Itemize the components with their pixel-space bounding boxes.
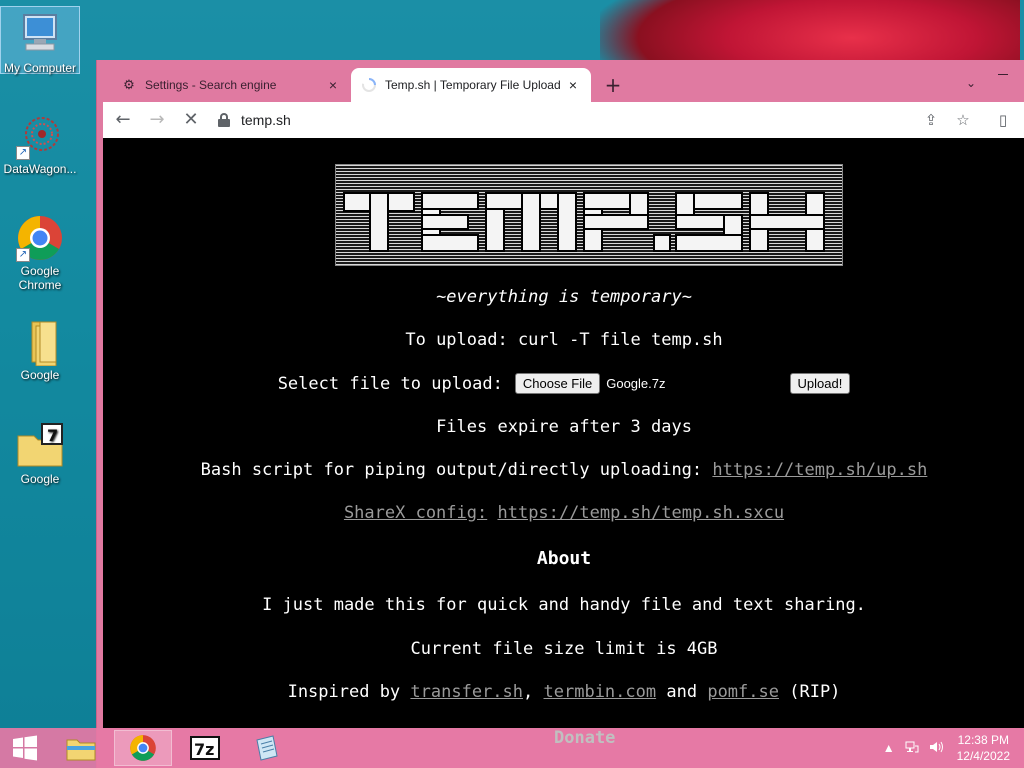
desktop-icon-label: Google Chrome <box>18 264 62 292</box>
side-panel-icon[interactable]: ▯ <box>989 106 1017 134</box>
browser-window: ⚙ Settings - Search engine × Temp.sh | T… <box>96 60 1024 768</box>
volume-icon[interactable] <box>929 740 945 757</box>
desktop-icon-my-computer[interactable]: My Computer <box>0 6 80 75</box>
page-content: ~everything is temporary~ To upload: cur… <box>103 138 1024 728</box>
taskbar-chrome[interactable] <box>114 730 172 766</box>
forward-button[interactable]: → <box>143 106 171 134</box>
tab-close-button[interactable]: × <box>565 77 581 93</box>
taskbar-file-explorer[interactable] <box>52 730 110 766</box>
tray-expand-icon[interactable]: ▲ <box>883 741 895 755</box>
termbin-link[interactable]: termbin.com <box>544 682 657 702</box>
computer-icon <box>16 11 64 59</box>
tab-title: Temp.sh | Temporary File Upload <box>385 78 561 92</box>
share-icon[interactable]: ⇪ <box>917 106 945 134</box>
temp-sh-logo <box>335 164 843 266</box>
notepad-icon <box>256 735 278 761</box>
taskbar: Donate 7z ▲ 12:38 PM 12/4/2022 <box>0 728 1024 768</box>
windows-logo-icon <box>13 735 37 761</box>
url-text: temp.sh <box>241 112 291 128</box>
taskbar-7zip[interactable]: 7z <box>176 730 234 766</box>
folder-icon <box>16 318 64 367</box>
donate-link[interactable]: Donate <box>554 728 615 748</box>
bash-script-label: Bash script for piping output/directly u… <box>200 460 703 480</box>
clock-time: 12:38 PM <box>957 733 1009 747</box>
clock[interactable]: 12:38 PM 12/4/2022 <box>957 732 1010 764</box>
upload-instructions: To upload: curl -T file temp.sh <box>405 330 723 350</box>
clock-date: 12/4/2022 <box>956 749 1010 763</box>
tab-close-button[interactable]: × <box>325 77 341 93</box>
tab-strip: ⚙ Settings - Search engine × Temp.sh | T… <box>97 60 1024 102</box>
archive-7z-icon: 7 <box>16 422 64 470</box>
lock-icon <box>217 113 231 127</box>
svg-text:7z: 7z <box>194 740 214 759</box>
upload-button[interactable]: Upload! <box>789 373 851 394</box>
choose-file-button[interactable]: Choose File <box>514 373 601 394</box>
chrome-icon: ↗ <box>16 214 64 262</box>
start-button[interactable] <box>0 730 50 766</box>
bash-script-line: Bash script for piping output/directly u… <box>103 460 1024 480</box>
tab-title: Settings - Search engine <box>145 78 277 92</box>
desktop-icon-label: Google <box>20 472 60 486</box>
size-limit-text: Current file size limit is 4GB <box>410 639 718 659</box>
browser-toolbar: ← → ✕ temp.sh ⇪ ☆ ▯ <box>103 102 1024 138</box>
expiry-note: Files expire after 3 days <box>436 417 692 437</box>
desktop-icon-datawagon[interactable]: ↗ DataWagon... <box>0 112 80 176</box>
network-icon[interactable] <box>905 740 919 757</box>
new-tab-button[interactable]: + <box>601 74 625 98</box>
folder-icon <box>66 739 96 761</box>
desktop-icon-label: My Computer <box>3 61 77 75</box>
chrome-icon <box>130 735 156 761</box>
address-bar[interactable]: temp.sh <box>217 106 977 134</box>
shortcut-arrow-icon: ↗ <box>16 146 30 160</box>
desktop-icon-google-chrome[interactable]: ↗ Google Chrome <box>0 214 80 292</box>
loading-spinner-icon <box>361 77 377 93</box>
about-text: I just made this for quick and handy fil… <box>262 595 866 615</box>
shortcut-arrow-icon: ↗ <box>16 248 30 262</box>
bash-script-link[interactable]: https://temp.sh/up.sh <box>712 460 927 480</box>
system-tray: ▲ 12:38 PM 12/4/2022 <box>873 728 1024 768</box>
inspired-and: and <box>666 682 698 702</box>
datawagon-icon: ↗ <box>16 112 64 160</box>
minimize-button[interactable] <box>993 64 1013 84</box>
taskbar-notepad[interactable] <box>238 730 296 766</box>
sharex-line: ShareX config: https://temp.sh/temp.sh.s… <box>103 503 1024 523</box>
desktop-icon-label: DataWagon... <box>3 162 77 176</box>
desktop-icon-google-folder[interactable]: Google <box>0 318 80 382</box>
tab-search-button[interactable]: ⌄ <box>961 76 981 96</box>
select-file-label: Select file to upload: <box>277 373 503 394</box>
7zip-icon: 7z <box>190 736 220 760</box>
inspired-by-line: Inspired by transfer.sh, termbin.com and… <box>103 682 1024 702</box>
about-heading: About <box>536 548 592 569</box>
stop-loading-button[interactable]: ✕ <box>177 106 205 134</box>
bookmark-star-icon[interactable]: ☆ <box>949 106 977 134</box>
tab-temp-sh[interactable]: Temp.sh | Temporary File Upload × <box>351 68 591 102</box>
transfer-sh-link[interactable]: transfer.sh <box>410 682 523 702</box>
tagline: ~everything is temporary~ <box>436 287 692 307</box>
selected-file-name: Google.7z <box>606 376 666 391</box>
inspired-suffix: (RIP) <box>789 682 841 702</box>
svg-text:7: 7 <box>47 426 58 445</box>
desktop-icon-google-7z[interactable]: 7 Google <box>0 422 80 486</box>
sharex-file-link[interactable]: https://temp.sh/temp.sh.sxcu <box>497 503 784 523</box>
inspired-prefix: Inspired by <box>287 682 401 702</box>
back-button[interactable]: ← <box>109 106 137 134</box>
tab-settings[interactable]: ⚙ Settings - Search engine × <box>111 68 351 102</box>
inspired-comma: , <box>523 682 534 702</box>
pomf-link[interactable]: pomf.se <box>707 682 779 702</box>
upload-form: Select file to upload: Choose File Googl… <box>103 373 1024 394</box>
desktop-icon-label: Google <box>20 368 60 382</box>
gear-icon: ⚙ <box>123 77 135 92</box>
sharex-config-link[interactable]: ShareX config: <box>344 503 487 523</box>
